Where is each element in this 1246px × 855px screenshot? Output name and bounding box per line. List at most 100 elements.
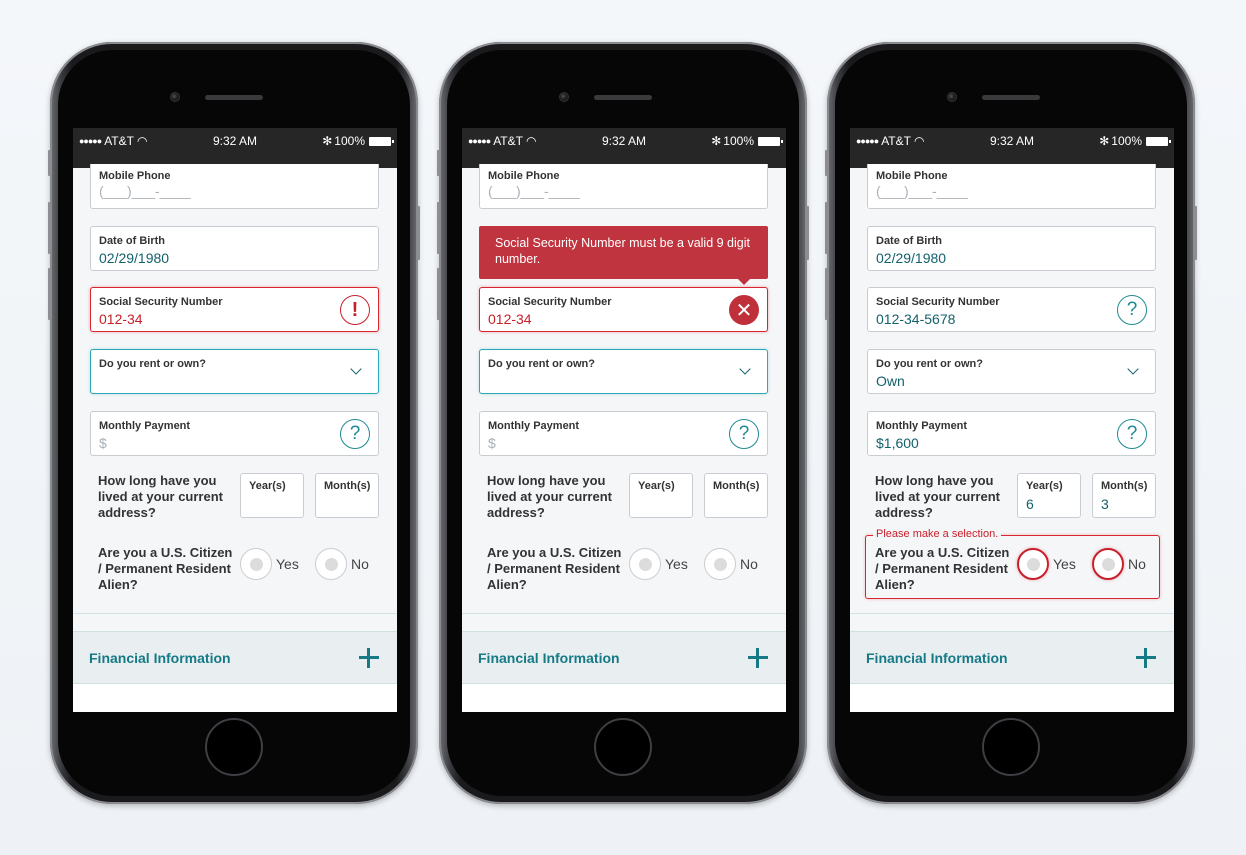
battery-icon xyxy=(1146,136,1171,146)
months-field[interactable]: Month(s) 3 xyxy=(1092,473,1156,518)
mobile-phone-field[interactable]: Mobile Phone (___)___-____ xyxy=(90,164,379,209)
financial-information-accordion[interactable]: Financial Information xyxy=(73,631,397,684)
clear-icon[interactable]: ✕ xyxy=(729,295,759,325)
citizen-yes-option[interactable]: Yes xyxy=(240,548,299,580)
monthly-payment-field[interactable]: Monthly Payment $ ? xyxy=(90,411,379,456)
help-icon[interactable]: ? xyxy=(1117,419,1147,449)
monthly-payment-field[interactable]: Monthly Payment $1,600 ? xyxy=(867,411,1156,456)
date-of-birth-value: 02/29/1980 xyxy=(876,250,947,266)
monthly-payment-label: Monthly Payment xyxy=(876,420,968,432)
plus-icon[interactable] xyxy=(748,648,768,668)
citizen-no-label: No xyxy=(740,556,758,572)
citizen-yes-radio[interactable] xyxy=(629,548,661,580)
years-field[interactable]: Year(s) xyxy=(629,473,693,518)
plus-icon[interactable] xyxy=(1136,648,1156,668)
mobile-phone-field[interactable]: Mobile Phone (___)___-____ xyxy=(479,164,768,209)
citizen-yes-option[interactable]: Yes xyxy=(629,548,688,580)
rent-own-select[interactable]: Do you rent or own? Own xyxy=(867,349,1156,394)
accordion-title: Financial Information xyxy=(866,650,1008,666)
citizen-yes-label: Yes xyxy=(665,556,688,572)
rent-own-select[interactable]: Do you rent or own? xyxy=(479,349,768,394)
months-field[interactable]: Month(s) xyxy=(315,473,379,518)
chevron-down-icon[interactable] xyxy=(350,363,362,375)
citizen-yes-radio[interactable] xyxy=(240,548,272,580)
phone-screen: ●●●●● AT&T ◠ 9:32 AM ✻ 100% Mobile Phone (_… xyxy=(850,128,1174,712)
earpiece-speaker xyxy=(594,95,652,100)
ssn-value: 012-34 xyxy=(99,311,143,327)
status-bar: ●●●●● AT&T ◠ 9:32 AM ✻ 100% xyxy=(850,128,1174,168)
citizen-yes-label: Yes xyxy=(276,556,299,572)
battery-percent: 100% xyxy=(1111,134,1142,148)
help-icon[interactable]: ? xyxy=(340,419,370,449)
rent-own-label: Do you rent or own? xyxy=(99,358,206,370)
monthly-payment-placeholder: $ xyxy=(488,435,496,451)
months-label: Month(s) xyxy=(713,480,760,492)
years-field[interactable]: Year(s) 6 xyxy=(1017,473,1081,518)
bluetooth-icon: ✻ xyxy=(322,134,333,148)
volume-down-button xyxy=(825,268,828,320)
home-button[interactable] xyxy=(982,718,1040,776)
volume-down-button xyxy=(437,268,440,320)
phone-mockup-3: ●●●●● AT&T ◠ 9:32 AM ✻ 100% Mobile Phone (_… xyxy=(825,42,1197,804)
residence-question: How long have you lived at your current … xyxy=(98,473,223,520)
rent-own-label: Do you rent or own? xyxy=(488,358,595,370)
citizen-no-option[interactable]: No xyxy=(1092,548,1146,580)
phone-screen: ●●●●● AT&T ◠ 9:32 AM ✻ 100% Mobile Phone (_… xyxy=(462,128,786,712)
months-field[interactable]: Month(s) xyxy=(704,473,768,518)
help-icon[interactable]: ? xyxy=(1117,295,1147,325)
citizen-no-label: No xyxy=(1128,556,1146,572)
battery-icon xyxy=(369,136,394,146)
accordion-title: Financial Information xyxy=(478,650,620,666)
date-of-birth-field[interactable]: Date of Birth 02/29/1980 xyxy=(867,226,1156,271)
citizen-yes-option[interactable]: Yes xyxy=(1017,548,1076,580)
phone-mockup-2: ●●●●● AT&T ◠ 9:32 AM ✻ 100% Mobile Phone (_… xyxy=(437,42,809,804)
phone-mockup-1: ●●●●● AT&T ◠ 9:32 AM ✻ 100% Mobile Phone (_… xyxy=(48,42,420,804)
mute-switch xyxy=(48,150,51,176)
volume-down-button xyxy=(48,268,51,320)
citizen-question: Are you a U.S. Citizen / Permanent Resid… xyxy=(487,545,622,592)
chevron-down-icon[interactable] xyxy=(1127,363,1139,375)
home-button[interactable] xyxy=(594,718,652,776)
citizen-yes-radio[interactable] xyxy=(1017,548,1049,580)
help-icon[interactable]: ? xyxy=(729,419,759,449)
citizen-no-radio[interactable] xyxy=(704,548,736,580)
chevron-down-icon[interactable] xyxy=(739,363,751,375)
financial-information-accordion[interactable]: Financial Information xyxy=(850,631,1174,684)
form-content: Mobile Phone (___)___-____ Social Securi… xyxy=(462,164,786,712)
mobile-phone-label: Mobile Phone xyxy=(99,170,171,182)
earpiece-speaker xyxy=(982,95,1040,100)
citizen-no-option[interactable]: No xyxy=(704,548,758,580)
date-of-birth-field[interactable]: Date of Birth 02/29/1980 xyxy=(90,226,379,271)
citizen-no-radio[interactable] xyxy=(315,548,347,580)
form-content: Mobile Phone (___)___-____ Date of Birth… xyxy=(73,164,397,712)
mobile-phone-placeholder: (___)___-____ xyxy=(99,183,191,199)
ssn-error-tooltip: Social Security Number must be a valid 9… xyxy=(479,226,768,285)
monthly-payment-field[interactable]: Monthly Payment $ ? xyxy=(479,411,768,456)
mobile-phone-field[interactable]: Mobile Phone (___)___-____ xyxy=(867,164,1156,209)
ssn-field[interactable]: Social Security Number 012-34 ! xyxy=(90,287,379,332)
years-label: Year(s) xyxy=(249,480,286,492)
home-button[interactable] xyxy=(205,718,263,776)
earpiece-speaker xyxy=(205,95,263,100)
ssn-field[interactable]: Social Security Number 012-34 ✕ xyxy=(479,287,768,332)
monthly-payment-label: Monthly Payment xyxy=(488,420,580,432)
citizen-no-option[interactable]: No xyxy=(315,548,369,580)
status-bar: ●●●●● AT&T ◠ 9:32 AM ✻ 100% xyxy=(73,128,397,168)
ssn-label: Social Security Number xyxy=(876,296,1000,308)
financial-information-accordion[interactable]: Financial Information xyxy=(462,631,786,684)
rent-own-value: Own xyxy=(876,373,905,389)
ssn-field[interactable]: Social Security Number 012-34-5678 ? xyxy=(867,287,1156,332)
power-button xyxy=(1194,206,1197,260)
citizen-error-message: Please make a selection. xyxy=(873,528,1002,540)
volume-up-button xyxy=(437,202,440,254)
rent-own-select[interactable]: Do you rent or own? xyxy=(90,349,379,394)
bluetooth-icon: ✻ xyxy=(711,134,722,148)
date-of-birth-value: 02/29/1980 xyxy=(99,250,170,266)
plus-icon[interactable] xyxy=(359,648,379,668)
mute-switch xyxy=(825,150,828,176)
ssn-value: 012-34-5678 xyxy=(876,311,956,327)
power-button xyxy=(417,206,420,260)
citizen-no-radio[interactable] xyxy=(1092,548,1124,580)
years-field[interactable]: Year(s) xyxy=(240,473,304,518)
alert-icon[interactable]: ! xyxy=(340,295,370,325)
